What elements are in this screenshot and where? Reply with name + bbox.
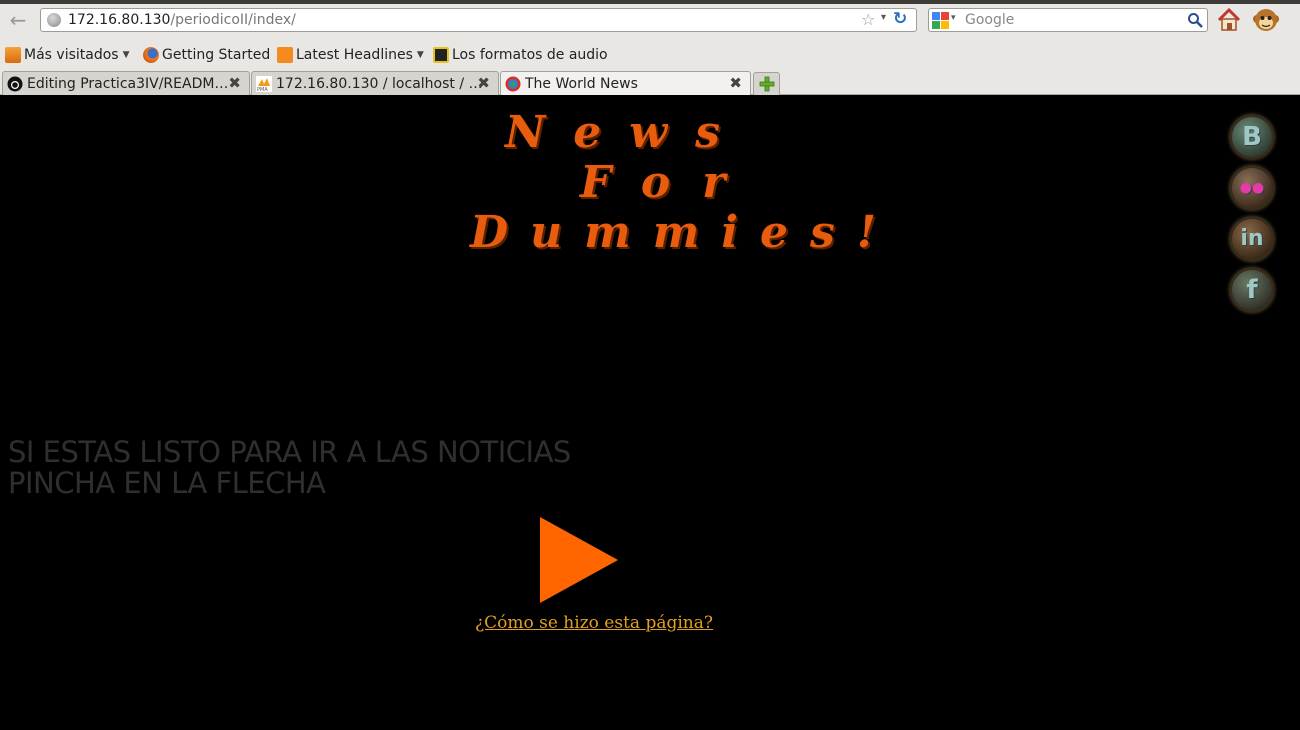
search-icon[interactable] xyxy=(1187,12,1203,28)
bookmark-label: Getting Started xyxy=(162,47,271,63)
rss-icon xyxy=(277,47,293,63)
greasemonkey-icon[interactable] xyxy=(1252,6,1280,34)
bookmark-star-icon[interactable]: ☆ xyxy=(861,10,875,29)
chevron-down-icon: ▼ xyxy=(416,50,424,60)
bookmark-label: Los formatos de audio xyxy=(452,47,608,63)
page-icon xyxy=(433,47,449,63)
bookmarks-toolbar: Más visitados ▼ Getting Started Latest H… xyxy=(0,42,1300,68)
github-icon xyxy=(7,76,23,91)
tab-title: 172.16.80.130 / localhost / … xyxy=(276,75,483,92)
instruction-line-1: SI ESTAS LISTO PARA IR A LAS NOTICIAS xyxy=(8,435,571,469)
globe-icon xyxy=(505,76,521,91)
url-history-dropdown-icon[interactable]: ▾ xyxy=(881,12,886,23)
phpmyadmin-icon: PMA xyxy=(256,75,272,92)
back-arrow-icon[interactable]: ← xyxy=(6,9,30,31)
site-identity-icon[interactable] xyxy=(47,13,61,27)
window-top-border xyxy=(0,0,1300,4)
facebook-glyph: f xyxy=(1246,275,1258,305)
play-arrow-icon[interactable] xyxy=(538,515,620,605)
blogger-glyph: B xyxy=(1242,122,1262,152)
home-icon[interactable] xyxy=(1216,7,1242,33)
page-content: News For Dummies! B ●● in f SI ESTAS LIS… xyxy=(0,95,1300,730)
url-path: /periodicoII/index/ xyxy=(170,12,296,28)
bookmark-label: Más visitados xyxy=(24,47,119,63)
browser-chrome: ← 172.16.80.130/periodicoII/index/ ☆ ▾ ↻… xyxy=(0,0,1300,95)
flickr-icon[interactable]: ●● xyxy=(1230,166,1274,210)
chevron-down-icon: ▼ xyxy=(122,50,130,60)
new-tab-button[interactable] xyxy=(753,72,780,95)
logo-line-news: News xyxy=(505,107,748,158)
tab-strip: Editing Practica3IV/READM… ✖ PMA 172.16.… xyxy=(0,71,1300,95)
google-engine-icon[interactable] xyxy=(932,12,949,29)
instruction-line-2: PINCHA EN LA FLECHA xyxy=(8,466,326,500)
url-host: 172.16.80.130 xyxy=(68,12,171,28)
instruction-text: SI ESTAS LISTO PARA IR A LAS NOTICIAS PI… xyxy=(8,437,571,499)
search-placeholder[interactable]: Google xyxy=(965,12,1014,28)
tab-phpmyadmin[interactable]: PMA 172.16.80.130 / localhost / … ✖ xyxy=(251,71,499,95)
firefox-icon xyxy=(143,47,159,63)
search-engine-dropdown-icon[interactable]: ▾ xyxy=(951,13,956,23)
search-box[interactable]: ▾ Google xyxy=(928,8,1208,32)
reload-icon[interactable]: ↻ xyxy=(893,9,907,29)
close-icon[interactable]: ✖ xyxy=(477,74,490,92)
rss-folder-icon xyxy=(5,47,21,63)
bookmark-label: Latest Headlines xyxy=(296,47,413,63)
tab-title: The World News xyxy=(525,75,638,92)
logo-line-for: For xyxy=(580,157,758,208)
tab-title: Editing Practica3IV/READM… xyxy=(27,75,229,92)
close-icon[interactable]: ✖ xyxy=(228,74,241,92)
site-logo: News For Dummies! xyxy=(460,107,1000,258)
blogger-icon[interactable]: B xyxy=(1230,115,1274,159)
tab-world-news[interactable]: The World News ✖ xyxy=(500,71,751,95)
plus-icon xyxy=(759,76,775,92)
tab-github-readme[interactable]: Editing Practica3IV/READM… ✖ xyxy=(2,71,250,95)
svg-text:PMA: PMA xyxy=(257,87,268,92)
address-bar[interactable]: 172.16.80.130/periodicoII/index/ ☆ ▾ ↻ xyxy=(40,8,917,32)
bookmark-formatos-audio[interactable]: Los formatos de audio xyxy=(433,45,608,65)
logo-line-dummies: Dummies! xyxy=(470,207,899,258)
facebook-icon[interactable]: f xyxy=(1230,268,1274,312)
how-made-link[interactable]: ¿Cómo se hizo esta página? xyxy=(475,613,713,633)
linkedin-icon[interactable]: in xyxy=(1230,217,1274,261)
flickr-glyph: ●● xyxy=(1239,180,1265,196)
bookmark-getting-started[interactable]: Getting Started xyxy=(143,45,270,65)
address-url[interactable]: 172.16.80.130/periodicoII/index/ xyxy=(68,12,296,28)
bookmark-mas-visitados[interactable]: Más visitados ▼ xyxy=(5,45,130,65)
linkedin-glyph: in xyxy=(1240,226,1264,251)
close-icon[interactable]: ✖ xyxy=(729,74,742,92)
bookmark-latest-headlines[interactable]: Latest Headlines ▼ xyxy=(277,45,424,65)
